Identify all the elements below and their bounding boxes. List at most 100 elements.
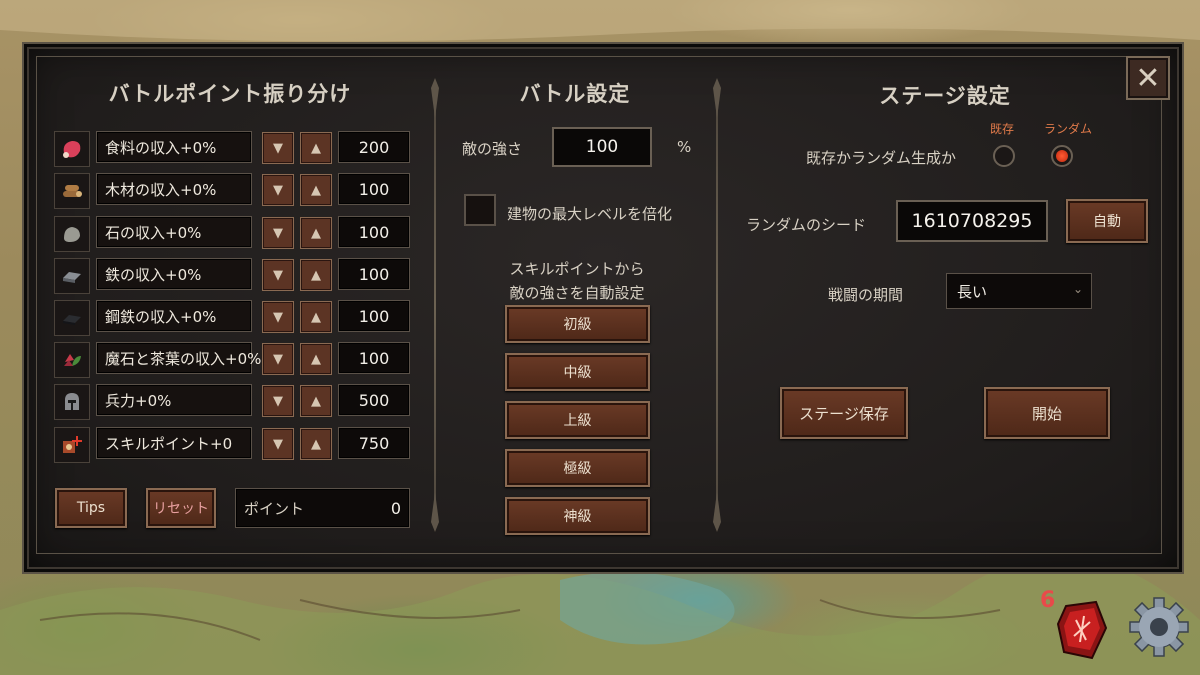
difficulty-god-button[interactable]: 神級 [505, 497, 650, 535]
helmet-icon [54, 384, 90, 420]
tips-button[interactable]: Tips [55, 488, 127, 528]
decrease-button[interactable]: ▼ [262, 343, 294, 375]
troops-label: 兵力+0% [96, 384, 252, 416]
increase-button[interactable]: ▲ [300, 428, 332, 460]
points-label: ポイント [244, 499, 305, 518]
reset-button[interactable]: リセット [146, 488, 216, 528]
iron-income-value[interactable]: 100 [338, 258, 410, 290]
increase-button[interactable]: ▲ [300, 259, 332, 291]
save-stage-button[interactable]: ステージ保存 [780, 387, 908, 439]
stone-icon [54, 216, 90, 252]
divider-ornament [431, 492, 439, 532]
triangle-down-icon: ▼ [273, 436, 283, 452]
chevron-down-icon: ⌄ [1072, 282, 1083, 296]
triangle-down-icon: ▼ [273, 267, 283, 283]
percent-label: % [677, 138, 692, 156]
magic-stone-tea-income-label: 魔石と茶葉の収入+0% [96, 342, 261, 374]
points-box: ポイント 0 [235, 488, 410, 528]
triangle-down-icon: ▼ [273, 182, 283, 198]
increase-button[interactable]: ▲ [300, 301, 332, 333]
skill-point-icon [54, 427, 90, 463]
wood-icon [54, 173, 90, 209]
stone-income-value[interactable]: 100 [338, 216, 410, 248]
max-level-double-label: 建物の最大レベルを倍化 [507, 205, 673, 223]
increase-button[interactable]: ▲ [300, 385, 332, 417]
meat-icon [54, 131, 90, 167]
steel-icon [54, 300, 90, 336]
triangle-up-icon: ▲ [311, 225, 321, 241]
close-button[interactable]: ✕ [1126, 56, 1170, 100]
wood-income-label: 木材の収入+0% [96, 173, 252, 205]
enemy-strength-label: 敵の強さ [462, 140, 523, 158]
battle-duration-select[interactable]: 長い ⌄ [946, 273, 1092, 309]
increase-button[interactable]: ▲ [300, 132, 332, 164]
divider-ornament [713, 492, 721, 532]
divider-ornament [431, 78, 439, 118]
triangle-down-icon: ▼ [273, 393, 283, 409]
steel-income-value[interactable]: 100 [338, 300, 410, 332]
battle-points-title: バトルポイント振り分け [108, 82, 352, 106]
magic-stone-tea-icon [54, 342, 90, 378]
triangle-up-icon: ▲ [311, 436, 321, 452]
random-option-label: ランダム [1044, 122, 1093, 136]
enemy-strength-input[interactable]: 100 [552, 127, 652, 167]
triangle-up-icon: ▲ [311, 267, 321, 283]
max-level-double-checkbox[interactable] [464, 194, 496, 226]
triangle-down-icon: ▼ [273, 225, 283, 241]
battle-duration-label: 戦闘の期間 [828, 286, 904, 304]
magic-stone-tea-income-value[interactable]: 100 [338, 342, 410, 374]
decrease-button[interactable]: ▼ [262, 428, 294, 460]
increase-button[interactable]: ▲ [300, 343, 332, 375]
seed-input[interactable]: 1610708295 [896, 200, 1048, 242]
decrease-button[interactable]: ▼ [262, 174, 294, 206]
existing-option-label: 既存 [990, 122, 1015, 136]
start-button[interactable]: 開始 [984, 387, 1110, 439]
iron-income-label: 鉄の収入+0% [96, 258, 252, 290]
triangle-down-icon: ▼ [273, 309, 283, 325]
right-divider [716, 90, 718, 520]
difficulty-advanced-button[interactable]: 上級 [505, 401, 650, 439]
stone-income-label: 石の収入+0% [96, 216, 252, 248]
decrease-button[interactable]: ▼ [262, 385, 294, 417]
battle-duration-value: 長い [957, 282, 988, 301]
decrease-button[interactable]: ▼ [262, 301, 294, 333]
triangle-up-icon: ▲ [311, 309, 321, 325]
skill-point-label: スキルポイント+0 [96, 427, 252, 459]
increase-button[interactable]: ▲ [300, 217, 332, 249]
iron-icon [54, 258, 90, 294]
auto-set-label-line1: スキルポイントから [509, 260, 645, 278]
triangle-up-icon: ▲ [311, 393, 321, 409]
close-icon: ✕ [1135, 60, 1161, 96]
battle-settings-title: バトル設定 [519, 82, 631, 106]
skill-point-value[interactable]: 750 [338, 427, 410, 459]
settings-gear-icon[interactable] [1128, 596, 1190, 658]
difficulty-extreme-button[interactable]: 極級 [505, 449, 650, 487]
triangle-up-icon: ▲ [311, 182, 321, 198]
troops-value[interactable]: 500 [338, 384, 410, 416]
decrease-button[interactable]: ▼ [262, 132, 294, 164]
difficulty-intermediate-button[interactable]: 中級 [505, 353, 650, 391]
triangle-up-icon: ▲ [311, 351, 321, 367]
difficulty-beginner-button[interactable]: 初級 [505, 305, 650, 343]
increase-button[interactable]: ▲ [300, 174, 332, 206]
decrease-button[interactable]: ▼ [262, 259, 294, 291]
left-divider [434, 90, 436, 520]
points-value: 0 [390, 498, 401, 518]
triangle-down-icon: ▼ [273, 351, 283, 367]
random-radio[interactable] [1051, 145, 1073, 167]
divider-ornament [713, 78, 721, 118]
mode-question-label: 既存かランダム生成か [806, 149, 957, 167]
decrease-button[interactable]: ▼ [262, 217, 294, 249]
steel-income-label: 鋼鉄の収入+0% [96, 300, 252, 332]
auto-seed-button[interactable]: 自動 [1066, 199, 1148, 243]
stage-settings-title: ステージ設定 [879, 84, 1011, 108]
existing-radio[interactable] [993, 145, 1015, 167]
red-crystal-icon[interactable] [1056, 600, 1108, 660]
triangle-down-icon: ▼ [273, 140, 283, 156]
notification-count: 6 [1040, 588, 1056, 613]
food-income-value[interactable]: 200 [338, 131, 410, 163]
triangle-up-icon: ▲ [311, 140, 321, 156]
seed-label: ランダムのシード [746, 216, 867, 234]
wood-income-value[interactable]: 100 [338, 173, 410, 205]
food-income-label: 食料の収入+0% [96, 131, 252, 163]
